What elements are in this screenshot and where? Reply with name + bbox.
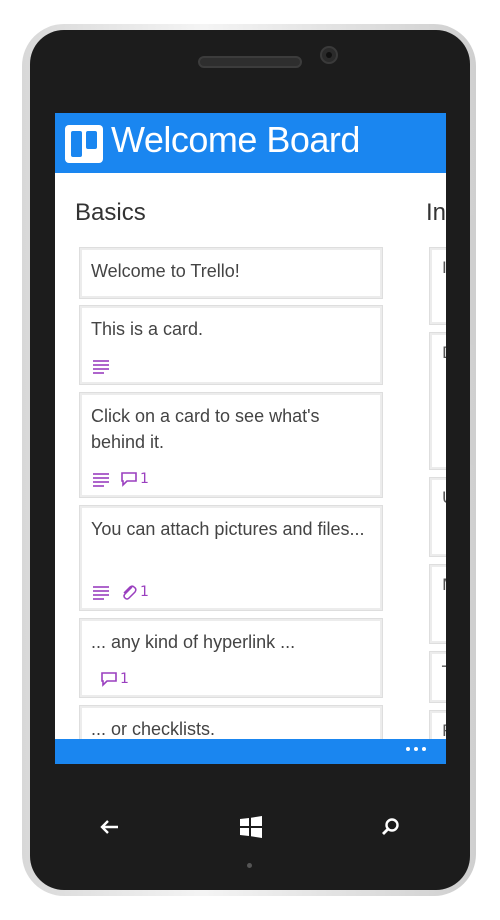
back-icon[interactable] (95, 812, 125, 842)
front-camera (320, 46, 338, 64)
comment-badge: 1 (120, 471, 149, 487)
peek-card[interactable]: D (429, 332, 446, 470)
card-title: ... any kind of hyperlink ... (91, 632, 296, 652)
card-title: You can attach pictures and files... (91, 519, 365, 539)
comment-icon (101, 672, 117, 687)
description-icon (92, 358, 110, 374)
card-title: This is a card. (91, 319, 204, 339)
peek-card[interactable]: T (429, 651, 446, 703)
board-header: Welcome Board (55, 113, 446, 173)
peek-card[interactable]: M (429, 564, 446, 644)
app-bar (55, 739, 446, 764)
board-title: Welcome Board (111, 119, 360, 160)
camera-button (470, 600, 476, 670)
description-icon (92, 471, 110, 487)
more-icon[interactable] (406, 747, 426, 751)
attachment-count: 1 (140, 584, 149, 600)
description-icon (92, 584, 110, 600)
attachment-badge: 1 (120, 584, 149, 600)
peek-card[interactable]: I (429, 247, 446, 325)
list-title-peek: In (426, 199, 446, 226)
card-welcome[interactable]: Welcome to Trello! (79, 247, 383, 299)
card-title: Welcome to Trello! (91, 261, 240, 281)
earpiece-speaker (198, 56, 302, 68)
list-title-basics: Basics (75, 199, 146, 226)
comment-badge: 1 (100, 671, 129, 687)
card-attach-pictures[interactable]: You can attach pictures and files... 1 (79, 505, 383, 611)
peek-card[interactable]: U (429, 477, 446, 557)
card-this-is-a-card[interactable]: This is a card. (79, 305, 383, 385)
search-icon[interactable] (376, 812, 406, 842)
proximity-sensor (247, 863, 252, 868)
comment-icon (121, 472, 137, 487)
card-title: Click on a card to see what's behind it. (91, 406, 320, 452)
windows-icon[interactable] (236, 812, 266, 842)
trello-logo-icon (65, 125, 103, 163)
app-screen: Welcome Board Basics Welcome to Trello! … (55, 113, 446, 764)
card-click-on-a-card[interactable]: Click on a card to see what's behind it.… (79, 392, 383, 498)
attachment-icon (123, 585, 137, 600)
volume-button (470, 215, 476, 345)
comment-count: 1 (140, 471, 149, 487)
comment-count: 1 (120, 671, 129, 687)
power-button (470, 410, 476, 465)
card-hyperlink[interactable]: ... any kind of hyperlink ... 1 (79, 618, 383, 698)
